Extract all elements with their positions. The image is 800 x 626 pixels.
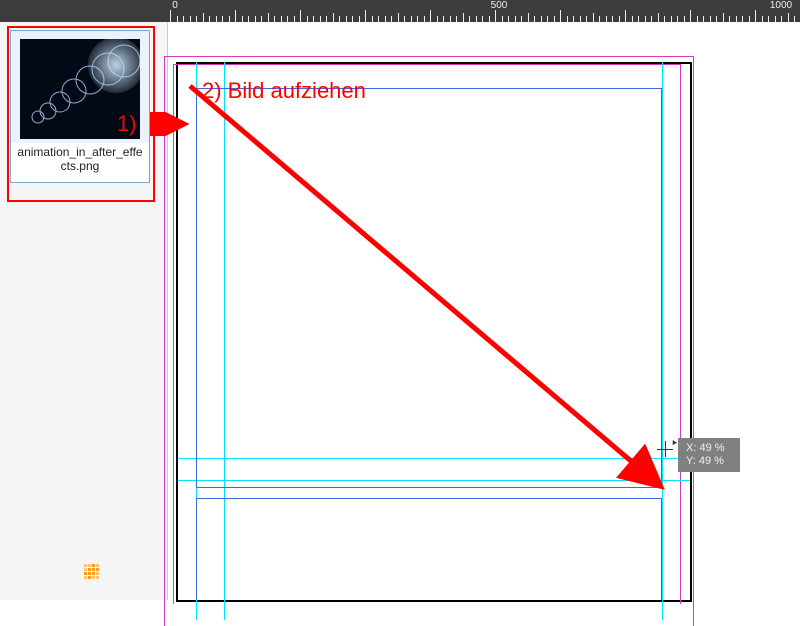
watermark-icon [84,564,100,580]
asset-filename: animation_in_after_effects.png [11,143,149,182]
cursor-position-tooltip: X: 49 % Y: 49 % [678,438,740,472]
ruler-label: 0 [172,0,178,11]
document-canvas[interactable]: 2) Bild aufziehen ⯈ X: 49 % Y: 49 % [168,22,800,600]
image-frame[interactable] [196,88,662,488]
image-frame[interactable] [196,498,662,600]
asset-item[interactable]: animation_in_after_effects.png [10,30,150,183]
assets-panel: animation_in_after_effects.png [0,22,168,600]
annotation-step2-label: 2) Bild aufziehen [202,78,366,104]
ruler-label: 500 [491,0,508,11]
annotation-step1-label: 1) [117,111,137,137]
ruler-horizontal[interactable]: 0 500 1000 [0,0,800,22]
ruler-label: 1000 [770,0,792,11]
cursor-x-value: X: 49 % [686,442,725,454]
guide-vertical[interactable] [662,62,663,620]
cursor-y-value: Y: 49 % [686,455,724,467]
